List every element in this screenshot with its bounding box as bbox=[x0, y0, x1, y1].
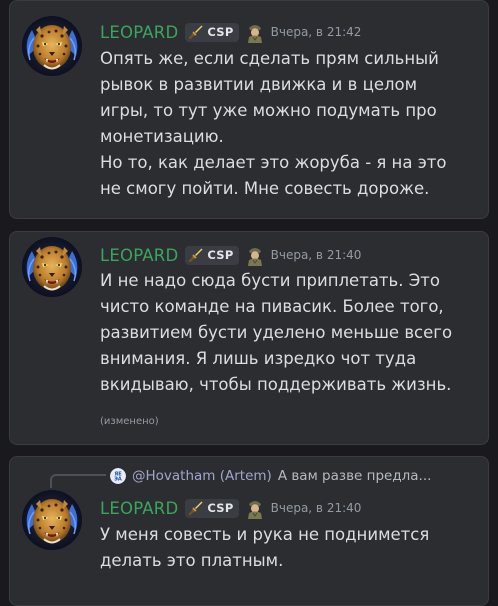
message-header: LEOPARD CSP Вчера, в 21:42 bbox=[100, 20, 361, 44]
reply-mention[interactable]: @Hovatham (Artem) bbox=[132, 468, 272, 484]
server-tag[interactable]: CSP bbox=[185, 22, 239, 42]
message-paragraph: Но то, как делает это жоруба - я на это … bbox=[100, 153, 447, 198]
sword-icon bbox=[188, 247, 204, 263]
server-tag-label: CSP bbox=[207, 25, 234, 39]
author-avatar[interactable] bbox=[22, 490, 82, 550]
reply-preview[interactable]: @Hovatham (Artem) А вам разве предла... bbox=[110, 465, 470, 487]
soldier-badge-icon[interactable] bbox=[245, 21, 265, 43]
message-content: У меня совесть и рука не поднимется дела… bbox=[100, 522, 470, 574]
message-paragraph: Опять же, если сделать прям сильный рыво… bbox=[100, 49, 439, 146]
author-name[interactable]: LEOPARD bbox=[100, 23, 178, 42]
reply-author-avatar[interactable] bbox=[110, 468, 126, 484]
message-content: И не надо сюда бусти приплетать. Это чис… bbox=[100, 268, 470, 398]
soldier-badge-icon[interactable] bbox=[245, 497, 265, 519]
soldier-badge-icon[interactable] bbox=[245, 244, 265, 266]
message-content: Опять же, если сделать прям сильный рыво… bbox=[100, 46, 470, 202]
server-tag-label: CSP bbox=[207, 501, 234, 515]
author-name[interactable]: LEOPARD bbox=[100, 246, 178, 265]
sword-icon bbox=[188, 24, 204, 40]
server-tag[interactable]: CSP bbox=[185, 245, 239, 265]
timestamp: Вчера, в 21:42 bbox=[270, 25, 362, 39]
timestamp: Вчера, в 21:40 bbox=[270, 501, 362, 515]
message-paragraph: У меня совесть и рука не поднимется дела… bbox=[100, 525, 430, 570]
timestamp: Вчера, в 21:40 bbox=[270, 248, 362, 262]
edited-indicator[interactable]: (изменено) bbox=[100, 416, 159, 427]
author-avatar[interactable] bbox=[22, 16, 82, 76]
reply-connector bbox=[50, 474, 106, 488]
server-tag-label: CSP bbox=[207, 248, 234, 262]
reply-text[interactable]: А вам разве предла... bbox=[278, 468, 432, 484]
server-tag[interactable]: CSP bbox=[185, 498, 239, 518]
author-name[interactable]: LEOPARD bbox=[100, 499, 178, 518]
author-avatar[interactable] bbox=[22, 237, 82, 297]
message-paragraph: И не надо сюда бусти приплетать. Это чис… bbox=[100, 271, 453, 394]
sword-icon bbox=[188, 500, 204, 516]
message-header: LEOPARD CSP Вчера, в 21:40 bbox=[100, 496, 361, 520]
message-header: LEOPARD CSP Вчера, в 21:40 bbox=[100, 243, 361, 267]
